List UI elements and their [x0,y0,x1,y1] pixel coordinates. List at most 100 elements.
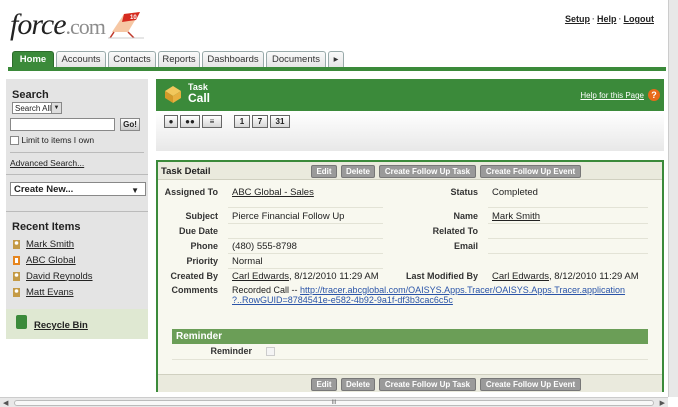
logout-link[interactable]: Logout [624,14,655,24]
create-follow-up-event-button[interactable]: Create Follow Up Event [480,378,581,391]
recent-item[interactable]: ABC Global [12,252,93,268]
assigned-to-value[interactable]: ABC Global - Sales [232,187,314,198]
link-separator: · [591,14,595,24]
week-view-button[interactable]: 7 [252,115,268,128]
scroll-left-icon[interactable]: ◀ [3,399,8,407]
tab-documents[interactable]: Documents [266,51,326,68]
recent-item-label: Mark Smith [26,238,75,250]
row-divider [228,268,383,269]
vertical-scrollbar[interactable] [668,0,678,397]
recent-item[interactable]: Matt Evans [12,284,93,300]
recent-item[interactable]: David Reynolds [12,268,93,284]
advanced-search-link[interactable]: Advanced Search... [10,158,84,168]
scroll-right-icon[interactable]: ▶ [660,399,665,407]
edit-button[interactable]: Edit [311,378,337,391]
row-divider [488,223,648,224]
recycle-bin[interactable]: Recycle Bin [6,309,148,339]
phone-label: Phone [190,241,218,251]
due-date-label: Due Date [178,226,218,236]
detail-toolbar: Task Detail Edit Delete Create Follow Up… [158,162,662,180]
help-for-page-link[interactable]: Help for this Page [580,91,644,100]
multi-user-view-icon[interactable]: ●● [180,115,200,128]
search-scope-select[interactable]: Search All ▼ [12,102,62,114]
recycle-bin-label: Recycle Bin [34,320,88,331]
go-button[interactable]: Go! [120,118,140,131]
scrollbar-thumb[interactable]: III [14,400,654,406]
modified-by-date: , 8/12/2010 11:29 AM [549,271,639,282]
divider [10,152,144,153]
recent-item-label: David Reynolds [26,270,93,282]
account-icon [13,255,20,265]
recent-items-title: Recent Items [12,221,81,233]
modified-by-user-link[interactable]: Carl Edwards [492,271,549,282]
recent-item-label: ABC Global [26,254,76,266]
recycle-bin-icon [16,315,27,329]
create-new-select[interactable]: Create New... ▼ [10,182,146,196]
top-links: Setup · Help · Logout [565,14,654,24]
search-section: Search Search All ▼ [12,89,144,114]
priority-label: Priority [186,256,218,266]
comments-link[interactable]: http://tracer.abcglobal.com/OAISYS.Apps.… [300,285,625,295]
limit-checkbox[interactable] [10,136,19,146]
recent-items-list: Mark Smith ABC Global David Reynolds Mat… [12,236,93,300]
single-user-view-icon[interactable]: ● [164,115,178,128]
task-detail-panel: Task Detail Edit Delete Create Follow Up… [156,160,664,392]
row-divider [172,359,648,360]
row-divider [228,238,383,239]
contact-icon [13,271,20,281]
tab-reports[interactable]: Reports [158,51,200,68]
tab-underline [8,67,666,71]
tab-more[interactable]: ▸ [328,51,344,68]
delete-button[interactable]: Delete [341,165,375,178]
month-view-button[interactable]: 31 [270,115,290,128]
search-scope-value: Search All [15,104,52,113]
row-divider [228,207,383,208]
row-divider [228,223,383,224]
detail-title: Task Detail [161,166,211,177]
setup-link[interactable]: Setup [565,14,590,24]
edit-button[interactable]: Edit [311,165,337,178]
scroll-grip: III [331,400,337,406]
reminder-checkbox [266,347,275,356]
subject-value: Pierce Financial Follow Up [232,211,345,222]
name-label: Name [453,211,478,221]
limit-row: Limit to items I own [10,135,95,146]
sidebar: Search Search All ▼ Go! Limit to items I… [6,79,148,339]
create-follow-up-event-button[interactable]: Create Follow Up Event [480,165,581,178]
svg-text:10: 10 [130,15,137,21]
tab-dashboards[interactable]: Dashboards [202,51,264,68]
last-modified-by-label: Last Modified By [405,271,478,281]
name-value[interactable]: Mark Smith [492,211,540,222]
help-icon[interactable]: ? [648,89,660,101]
chevron-down-icon: ▼ [131,186,139,195]
related-to-label: Related To [432,226,478,236]
create-follow-up-task-button[interactable]: Create Follow Up Task [379,165,476,178]
tab-home[interactable]: Home [12,51,54,68]
force-logo[interactable]: force.com [10,8,106,42]
divider [6,174,148,175]
day-view-button[interactable]: 1 [234,115,250,128]
search-input[interactable] [10,118,115,131]
horizontal-scrollbar[interactable]: ◀ III ▶ [0,397,668,407]
logo-text: force [10,8,67,41]
comments-label: Comments [171,285,218,295]
delete-button[interactable]: Delete [341,378,375,391]
comments-value: Recorded Call -- http://tracer.abcglobal… [232,285,656,305]
detail-bottom-toolbar: Edit Delete Create Follow Up Task Create… [158,374,662,392]
reminder-section-header: Reminder [172,329,648,344]
divider [6,211,148,212]
created-by-user-link[interactable]: Carl Edwards [232,271,289,282]
recent-item[interactable]: Mark Smith [12,236,93,252]
app-header: force.com 10 Setup · Help · Logout [0,0,668,50]
recent-item-label: Matt Evans [26,286,74,298]
reminder-label: Reminder [210,346,252,356]
status-label: Status [450,187,478,197]
create-follow-up-task-button[interactable]: Create Follow Up Task [379,378,476,391]
help-link[interactable]: Help [597,14,617,24]
limit-label: Limit to items I own [21,135,95,145]
view-toolbar: ● ●● ≡ 1 7 31 [156,111,664,151]
comments-link-continued[interactable]: ?..RowGUID=8784541e-e582-4b92-9a1f-df3b3… [232,295,453,305]
tab-accounts[interactable]: Accounts [56,51,106,68]
tab-contacts[interactable]: Contacts [108,51,156,68]
list-view-icon[interactable]: ≡ [202,115,222,128]
